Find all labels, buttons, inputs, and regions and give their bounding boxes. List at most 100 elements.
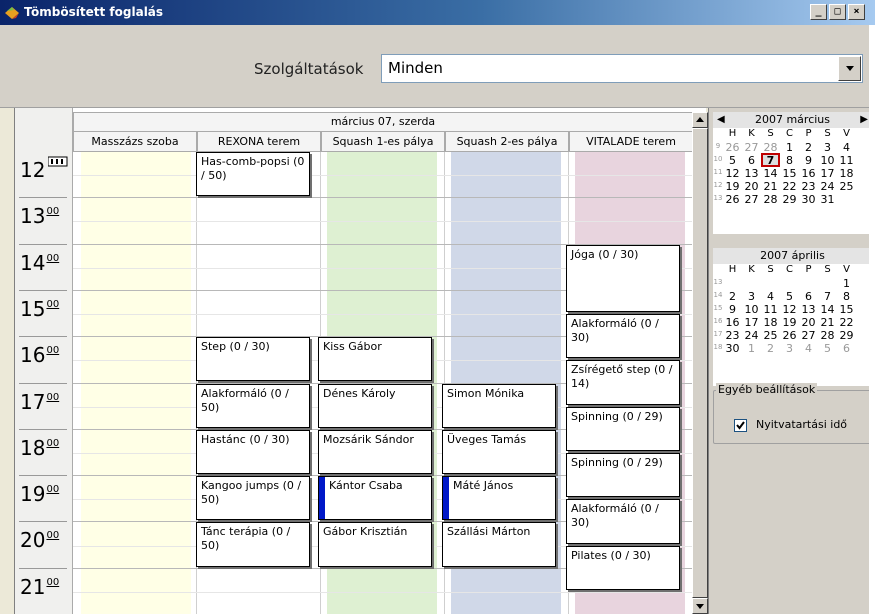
calendar-day[interactable]: 11 <box>837 154 856 167</box>
calendar-day[interactable]: 26 <box>780 329 799 342</box>
calendar-april[interactable]: 2007 április HKSCPSV 13 1 14 2 3 4 5 6 7 8 15 9 10 11… <box>713 248 872 386</box>
event-block[interactable]: Máté János <box>442 476 556 521</box>
scroll-thumb[interactable] <box>692 128 708 598</box>
calendar-day[interactable]: 22 <box>780 180 799 193</box>
event-block[interactable]: Alakformáló (0 / 30) <box>566 499 680 544</box>
calendar-day[interactable]: 20 <box>742 180 761 193</box>
calendar-day[interactable]: 5 <box>818 342 837 355</box>
calendar-day[interactable]: 4 <box>799 342 818 355</box>
calendar-day[interactable]: 31 <box>818 193 837 206</box>
calendar-day[interactable]: 16 <box>723 316 742 329</box>
calendar-day-selected[interactable]: 7 <box>761 153 780 167</box>
calendar-day[interactable]: 25 <box>837 180 856 193</box>
calendar-day[interactable]: 14 <box>818 303 837 316</box>
calendar-day[interactable]: 12 <box>723 167 742 180</box>
calendar-day[interactable]: 4 <box>837 141 856 154</box>
calendar-day[interactable]: 15 <box>837 303 856 316</box>
calendar-day[interactable]: 28 <box>761 193 780 206</box>
calendar-day[interactable]: 6 <box>799 290 818 303</box>
next-month-icon[interactable]: ▶ <box>860 112 868 128</box>
event-block[interactable]: Jóga (0 / 30) <box>566 244 680 313</box>
event-block[interactable]: Step (0 / 30) <box>196 337 310 382</box>
prev-month-icon[interactable]: ◀ <box>717 112 725 128</box>
calendar-day[interactable]: 2 <box>761 342 780 355</box>
calendar-day[interactable]: 29 <box>837 329 856 342</box>
calendar-day[interactable]: 21 <box>818 316 837 329</box>
calendar-day[interactable]: 6 <box>837 342 856 355</box>
calendar-day[interactable]: 2 <box>723 290 742 303</box>
calendar-day[interactable]: 29 <box>780 193 799 206</box>
calendar-day[interactable]: 9 <box>723 303 742 316</box>
event-block[interactable]: Spinning (0 / 29) <box>566 452 680 498</box>
event-block[interactable]: Kiss Gábor <box>318 337 432 382</box>
calendar-day[interactable]: 7 <box>818 290 837 303</box>
calendar-day[interactable]: 3 <box>818 141 837 154</box>
minimize-button[interactable]: _ <box>810 4 827 20</box>
calendar-day[interactable]: 17 <box>742 316 761 329</box>
event-block[interactable]: Dénes Károly <box>318 383 432 428</box>
calendar-day[interactable]: 24 <box>818 180 837 193</box>
calendar-march[interactable]: ◀ 2007 március ▶ HKSCPSV 9 26 27 28 1 2 3 4 10 5 6… <box>713 112 872 234</box>
event-block[interactable]: Mozsárik Sándor <box>318 429 432 475</box>
title-bar[interactable]: Tömbösített foglalás _ □ × <box>0 0 875 25</box>
event-block[interactable]: Zsírégető step (0 / 14) <box>566 360 680 405</box>
services-dropdown-button[interactable] <box>838 56 861 81</box>
calendar-day[interactable]: 17 <box>818 167 837 180</box>
calendar-day[interactable]: 15 <box>780 167 799 180</box>
event-block[interactable]: Hastánc (0 / 30) <box>196 429 310 475</box>
event-block[interactable]: Tánc terápia (0 / 50) <box>196 522 310 567</box>
calendar-day[interactable]: 13 <box>742 167 761 180</box>
calendar-day[interactable]: 1 <box>780 141 799 154</box>
scroll-up-button[interactable] <box>692 112 708 128</box>
opening-hours-checkbox[interactable] <box>734 419 747 432</box>
calendar-day[interactable]: 12 <box>780 303 799 316</box>
calendar-day[interactable]: 25 <box>761 329 780 342</box>
calendar-day[interactable]: 10 <box>742 303 761 316</box>
calendar-day[interactable]: 28 <box>818 329 837 342</box>
calendar-day[interactable]: 26 <box>723 141 742 154</box>
calendar-day[interactable]: 1 <box>742 342 761 355</box>
calendar-day[interactable]: 6 <box>742 154 761 167</box>
event-block[interactable]: Szállási Márton <box>442 522 556 567</box>
calendar-day[interactable]: 27 <box>742 193 761 206</box>
calendar-day[interactable]: 26 <box>723 193 742 206</box>
calendar-day[interactable]: 27 <box>742 141 761 154</box>
calendar-day[interactable]: 18 <box>837 167 856 180</box>
calendar-day[interactable]: 23 <box>723 329 742 342</box>
calendar-day[interactable]: 23 <box>799 180 818 193</box>
event-block[interactable]: Alakformáló (0 / 50) <box>196 383 310 428</box>
calendar-day[interactable]: 4 <box>761 290 780 303</box>
calendar-day[interactable]: 27 <box>799 329 818 342</box>
calendar-day[interactable]: 30 <box>723 342 742 355</box>
calendar-day[interactable]: 5 <box>723 154 742 167</box>
calendar-day[interactable]: 14 <box>761 167 780 180</box>
event-block[interactable]: Kántor Csaba <box>318 476 432 521</box>
calendar-day[interactable]: 3 <box>780 342 799 355</box>
calendar-day[interactable]: 13 <box>799 303 818 316</box>
event-block[interactable]: Simon Mónika <box>442 383 556 428</box>
event-block[interactable]: Üveges Tamás <box>442 429 556 475</box>
calendar-day[interactable]: 2 <box>799 141 818 154</box>
maximize-button[interactable]: □ <box>829 4 846 20</box>
calendar-day[interactable]: 8 <box>837 290 856 303</box>
event-block[interactable]: Pilates (0 / 30) <box>566 545 680 590</box>
calendar-day[interactable]: 11 <box>761 303 780 316</box>
calendar-day[interactable]: 5 <box>780 290 799 303</box>
calendar-day[interactable]: 20 <box>799 316 818 329</box>
calendar-day[interactable]: 21 <box>761 180 780 193</box>
vertical-scrollbar[interactable] <box>692 112 708 614</box>
calendar-day[interactable]: 19 <box>780 316 799 329</box>
calendar-day[interactable]: 3 <box>742 290 761 303</box>
calendar-day[interactable]: 8 <box>780 154 799 167</box>
calendar-day[interactable]: 24 <box>742 329 761 342</box>
calendar-day[interactable]: 16 <box>799 167 818 180</box>
event-block[interactable]: Gábor Krisztián <box>318 522 432 567</box>
event-block[interactable]: Kangoo jumps (0 / 50) <box>196 476 310 521</box>
calendar-day[interactable]: 30 <box>799 193 818 206</box>
calendar-day[interactable]: 19 <box>723 180 742 193</box>
calendar-day[interactable]: 9 <box>799 154 818 167</box>
scroll-down-button[interactable] <box>692 598 708 614</box>
calendar-day[interactable]: 10 <box>818 154 837 167</box>
calendar-day[interactable]: 22 <box>837 316 856 329</box>
event-block[interactable]: Has-comb-popsi (0 / 50) <box>196 152 310 197</box>
